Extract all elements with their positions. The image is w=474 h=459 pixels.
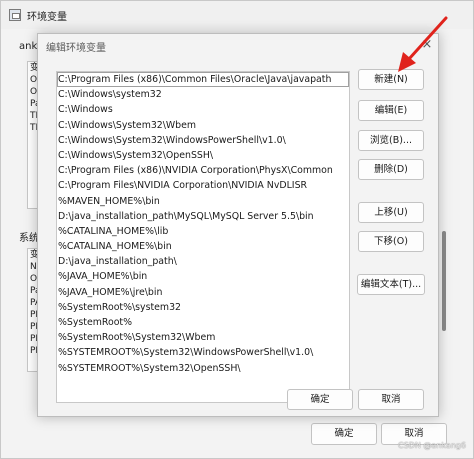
path-item[interactable]: %SystemRoot%\system32 xyxy=(57,300,349,315)
new-button[interactable]: 新建(N) xyxy=(358,69,424,90)
path-item[interactable]: %SystemRoot% xyxy=(57,315,349,330)
path-item[interactable]: %JAVA_HOME%\jre\bin xyxy=(57,285,349,300)
edit-text-button[interactable]: 编辑文本(T)... xyxy=(357,274,425,295)
path-item[interactable]: %SystemRoot%\System32\Wbem xyxy=(57,330,349,345)
path-item[interactable]: D:\java_installation_path\MySQL\MySQL Se… xyxy=(57,209,349,224)
dialog-ok-button[interactable]: 确定 xyxy=(287,389,353,410)
path-item[interactable]: C:\Program Files (x86)\Common Files\Orac… xyxy=(57,72,349,88)
path-item[interactable]: C:\Windows\System32\Wbem xyxy=(57,118,349,133)
dialog-title: 编辑环境变量 xyxy=(46,43,106,54)
window-ok-button[interactable]: 确定 xyxy=(311,423,377,445)
window-titlebar: 环境变量 xyxy=(1,1,473,29)
delete-button[interactable]: 删除(D) xyxy=(358,159,424,180)
watermark: CSDN @ankang6 xyxy=(398,441,466,450)
browse-button[interactable]: 浏览(B)... xyxy=(358,130,424,151)
path-item[interactable]: C:\Program Files\NVIDIA Corporation\NVID… xyxy=(57,178,349,193)
path-item[interactable]: C:\Windows\System32\WindowsPowerShell\v1… xyxy=(57,133,349,148)
path-item[interactable]: C:\Windows xyxy=(57,102,349,117)
user-variables-label: ank xyxy=(19,41,38,52)
path-item[interactable]: %SYSTEMROOT%\System32\OpenSSH\ xyxy=(57,361,349,376)
window-icon xyxy=(9,9,21,21)
path-item[interactable]: %MAVEN_HOME%\bin xyxy=(57,194,349,209)
move-up-button[interactable]: 上移(U) xyxy=(358,202,424,223)
path-item[interactable]: C:\Windows\System32\OpenSSH\ xyxy=(57,148,349,163)
path-list[interactable]: C:\Program Files (x86)\Common Files\Orac… xyxy=(56,71,350,403)
path-item[interactable]: %JAVA_HOME%\bin xyxy=(57,269,349,284)
system-variables-label: 系统 xyxy=(19,233,39,244)
move-down-button[interactable]: 下移(O) xyxy=(358,231,424,252)
dialog-cancel-button[interactable]: 取消 xyxy=(358,389,424,410)
close-icon[interactable]: × xyxy=(420,38,434,52)
path-item[interactable]: C:\Windows\system32 xyxy=(57,87,349,102)
edit-button[interactable]: 编辑(E) xyxy=(358,100,424,121)
path-item[interactable]: D:\java_installation_path\ xyxy=(57,254,349,269)
edit-environment-variable-dialog: 编辑环境变量 × C:\Program Files (x86)\Common F… xyxy=(37,33,439,417)
path-item[interactable]: %CATALINA_HOME%\lib xyxy=(57,224,349,239)
path-item[interactable]: %SYSTEMROOT%\System32\WindowsPowerShell\… xyxy=(57,345,349,360)
scrollbar-thumb[interactable] xyxy=(442,231,446,331)
path-item[interactable]: C:\Program Files (x86)\NVIDIA Corporatio… xyxy=(57,163,349,178)
path-item[interactable]: %CATALINA_HOME%\bin xyxy=(57,239,349,254)
window-title: 环境变量 xyxy=(27,11,67,23)
